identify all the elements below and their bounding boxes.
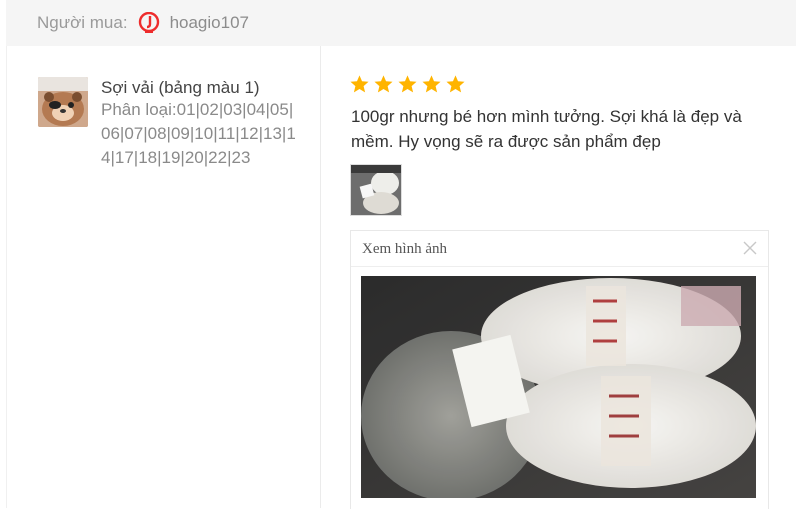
product-variant: Phân loại:01|02|03|04|05|06|07|08|09|10|…: [101, 100, 296, 167]
buyer-header: Người mua: hoagio107: [6, 0, 796, 46]
star-icon: [422, 75, 441, 93]
image-viewer-title: Xem hình ảnh: [362, 241, 447, 257]
product-info-column: Sợi vải (bảng màu 1) Phân loại:01|02|03|…: [6, 46, 321, 508]
star-icon: [446, 75, 465, 93]
review-image-thumbnail[interactable]: [350, 164, 402, 216]
buyer-label: Người mua:: [37, 13, 128, 32]
star-icon: [374, 75, 393, 93]
brand-logo-icon: [138, 11, 160, 34]
viewer-divider: [351, 266, 768, 267]
product-thumbnail[interactable]: [38, 77, 88, 127]
review-text: 100gr nhưng bé hơn mình tưởng. Sợi khá l…: [351, 107, 742, 151]
star-icon: [350, 75, 369, 93]
review-image-large: [361, 276, 756, 498]
product-name[interactable]: Sợi vải (bảng màu 1): [101, 76, 260, 100]
buyer-username[interactable]: hoagio107: [170, 13, 249, 33]
star-icon: [398, 75, 417, 93]
rating-stars: [349, 74, 466, 95]
image-viewer: Xem hình ảnh: [350, 230, 769, 509]
close-icon[interactable]: [742, 240, 758, 256]
